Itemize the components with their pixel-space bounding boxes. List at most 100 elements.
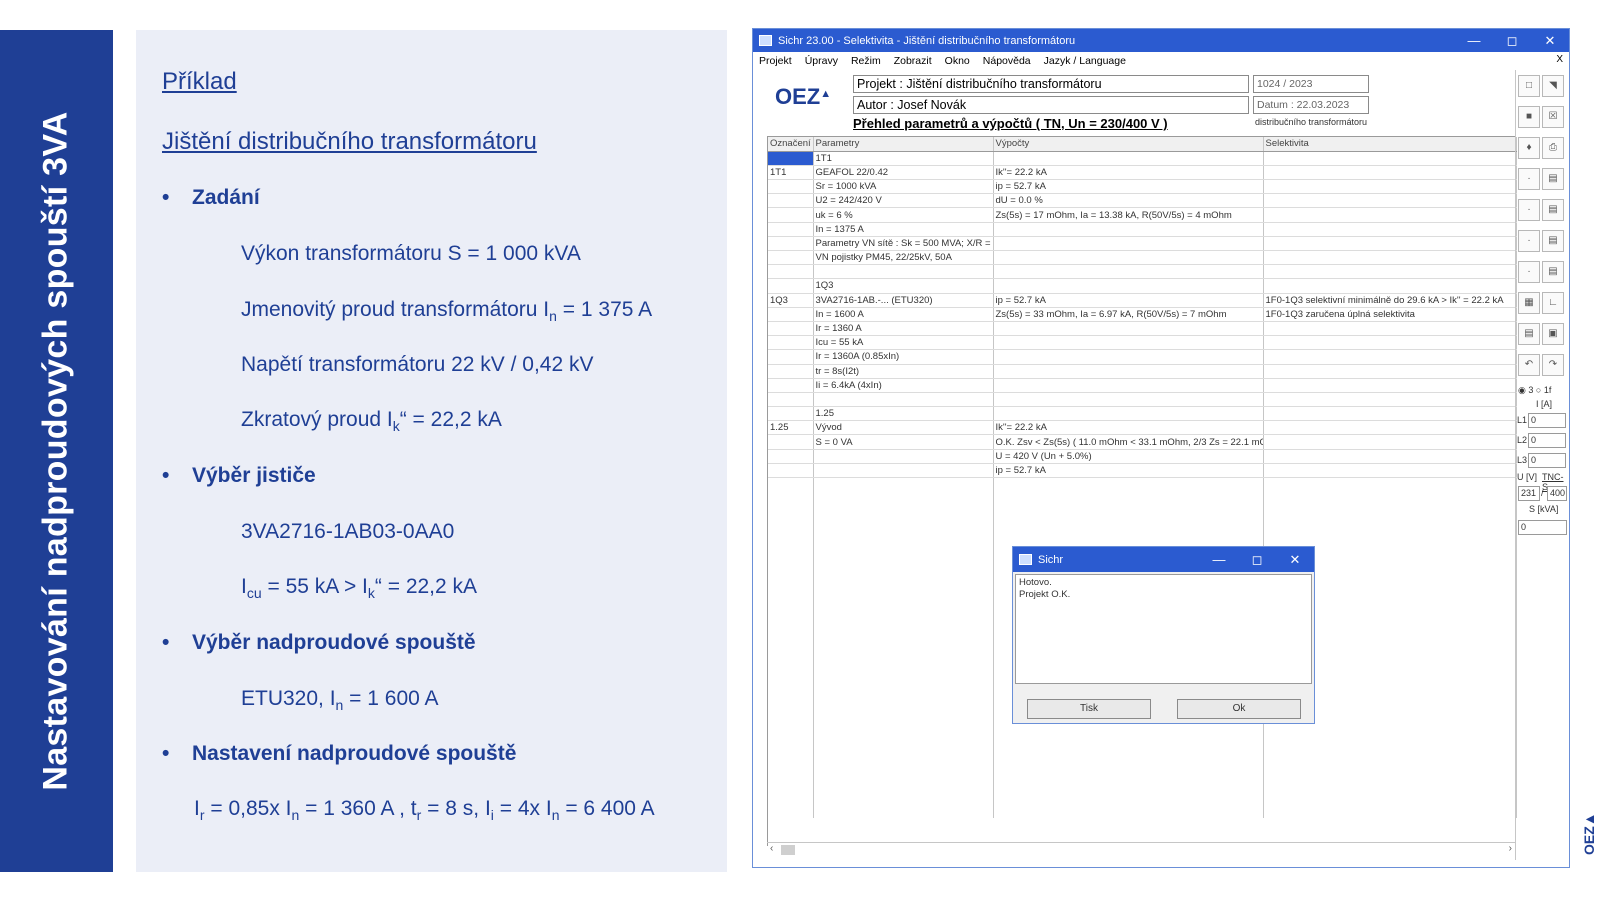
table-cell[interactable] (768, 250, 814, 266)
table-cell[interactable] (768, 321, 814, 337)
table-cell[interactable]: 1.25 (768, 420, 814, 436)
table-cell[interactable] (993, 278, 1264, 294)
table-cell[interactable]: Vývod (813, 420, 994, 436)
table-cell[interactable]: 1Q3 (768, 293, 814, 308)
scroll-thumb[interactable] (781, 845, 795, 855)
table-cell[interactable] (1263, 193, 1517, 209)
calendar-icon[interactable]: ▤ (1518, 323, 1540, 345)
table-cell[interactable]: Zs(5s) = 33 mOhm, Ia = 6.97 kA, R(50V/5s… (993, 307, 1264, 322)
table-row[interactable]: Sr = 1000 kVA ip = 52.7 kA (768, 179, 1517, 195)
print-icon[interactable]: ⎙ (1542, 137, 1564, 159)
table-cell[interactable]: Ik''= 22.2 kA (993, 420, 1264, 436)
table-cell[interactable] (1263, 236, 1517, 252)
table-cell[interactable] (993, 349, 1264, 365)
table-cell[interactable]: Ii = 6.4kA (4xIn) (813, 378, 994, 393)
table-cell[interactable]: Parametry VN sítě : Sk = 500 MVA; X/R = … (813, 236, 994, 252)
table-cell[interactable] (1263, 449, 1517, 464)
table-cell[interactable]: ip = 52.7 kA (993, 293, 1264, 308)
table-cell[interactable] (813, 449, 994, 464)
table-cell[interactable] (768, 463, 814, 479)
table-cell[interactable]: dU = 0.0 % (993, 193, 1264, 209)
dialog-maximize-icon[interactable]: ◻ (1238, 552, 1276, 568)
save-icon[interactable]: ■ (1518, 106, 1540, 128)
table-cell[interactable] (1263, 463, 1517, 479)
table-row[interactable]: S = 0 VA O.K. Zsv < Zs(5s) ( 11.0 mOhm < … (768, 434, 1517, 450)
table-cell[interactable]: uk = 6 % (813, 207, 994, 223)
table-row[interactable] (768, 392, 1517, 408)
line-voltage-input[interactable]: 400 (1547, 486, 1567, 501)
phase-3-label[interactable]: 3 (1528, 385, 1533, 395)
table-cell[interactable]: GEAFOL 22/0.42 (813, 165, 994, 181)
table-row[interactable]: Ir = 1360 A (768, 321, 1517, 337)
menu-projekt[interactable]: Projekt (759, 55, 792, 67)
table-cell[interactable] (1263, 151, 1517, 166)
table-cell[interactable] (768, 278, 814, 294)
l1-input[interactable]: 0 (1528, 413, 1566, 428)
calc-s-icon[interactable]: ▤ (1542, 168, 1564, 190)
table-row[interactable]: Ii = 6.4kA (4xIn) (768, 378, 1517, 393)
table-cell[interactable] (1263, 406, 1517, 422)
table-cell[interactable]: In = 1375 A (813, 222, 994, 237)
table-cell[interactable] (993, 335, 1264, 351)
table-cell[interactable] (993, 236, 1264, 252)
table-row[interactable]: Parametry VN sítě : Sk = 500 MVA; X/R = … (768, 236, 1517, 252)
dialog-titlebar[interactable]: Sichr — ◻ ✕ (1013, 547, 1314, 572)
close-icon[interactable]: ✕ (1531, 33, 1569, 49)
phase-voltage-input[interactable]: 231 (1518, 486, 1540, 501)
menu-upravy[interactable]: Úpravy (805, 55, 838, 67)
table-row[interactable]: 1.25 Vývod Ik''= 22.2 kA (768, 420, 1517, 436)
project-number-field[interactable]: 1024 / 2023 (1253, 75, 1369, 93)
table-cell[interactable]: ip = 52.7 kA (993, 463, 1264, 479)
table-cell[interactable] (993, 364, 1264, 379)
table-row[interactable]: VN pojistky PM45, 22/25kV, 50A (768, 250, 1517, 266)
table-cell[interactable] (768, 222, 814, 237)
document-close-button[interactable]: X (1556, 54, 1563, 65)
table-cell[interactable]: Icu = 55 kA (813, 335, 994, 351)
table-cell[interactable] (768, 151, 814, 166)
table-cell[interactable] (768, 179, 814, 195)
table-cell[interactable] (993, 378, 1264, 393)
table-cell[interactable] (1263, 335, 1517, 351)
table-cell[interactable]: Ik''= 22.2 kA (993, 165, 1264, 181)
table-cell[interactable]: VN pojistky PM45, 22/25kV, 50A (813, 250, 994, 266)
table-cell[interactable] (1263, 349, 1517, 365)
table-cell[interactable]: 1F0-1Q3 selektivní minimálně do 29.6 kA … (1263, 293, 1517, 308)
table-row[interactable] (768, 264, 1517, 280)
table-row[interactable]: U2 = 242/420 VdU = 0.0 % (768, 193, 1517, 209)
table-cell[interactable] (1263, 278, 1517, 294)
table-cell[interactable] (1263, 420, 1517, 436)
table-cell[interactable] (1263, 364, 1517, 379)
table-cell[interactable]: 1F0-1Q3 zaručena úplná selektivita (1263, 307, 1517, 322)
table-cell[interactable] (1263, 321, 1517, 337)
table-row[interactable]: 1.25 (768, 406, 1517, 422)
menu-language[interactable]: Jazyk / Language (1044, 55, 1126, 67)
menu-okno[interactable]: Okno (945, 55, 970, 67)
table-cell[interactable]: tr = 8s(I2t) (813, 364, 994, 379)
phase-radio-icon[interactable]: ◉ (1518, 385, 1526, 395)
table-row[interactable]: Icu = 55 kA (768, 335, 1517, 351)
curve-tool-icon[interactable]: ∟ (1542, 292, 1564, 314)
power-input[interactable]: 0 (1518, 520, 1567, 535)
tool-s-icon[interactable]: · (1518, 168, 1540, 190)
print-button[interactable]: Tisk (1027, 699, 1151, 719)
table-cell[interactable]: In = 1600 A (813, 307, 994, 322)
tool-i-icon[interactable]: · (1518, 199, 1540, 221)
table-cell[interactable] (993, 321, 1264, 337)
horizontal-scrollbar[interactable]: ‹ › (767, 842, 1515, 856)
table-cell[interactable] (768, 236, 814, 252)
column-header[interactable]: Označení (768, 137, 814, 152)
table-row[interactable]: Ir = 1360A (0.85xIn) (768, 349, 1517, 365)
table-cell[interactable]: 3VA2716-1AB.-... (ETU320) (813, 293, 994, 308)
menu-zobrazit[interactable]: Zobrazit (894, 55, 932, 67)
table-cell[interactable] (1263, 179, 1517, 195)
table-cell[interactable] (993, 406, 1264, 422)
ok-button[interactable]: Ok (1177, 699, 1301, 719)
scroll-right-icon[interactable]: › (1509, 843, 1512, 854)
phase-1-label[interactable]: 1f (1544, 385, 1552, 395)
table-row[interactable]: U = 420 V (Un + 5.0%) (768, 449, 1517, 464)
dialog-close-icon[interactable]: ✕ (1276, 552, 1314, 568)
window-titlebar[interactable]: Sichr 23.00 - Selektivita - Jištění dist… (753, 29, 1569, 52)
table-cell[interactable]: 1.25 (813, 406, 994, 422)
table-cell[interactable] (768, 406, 814, 422)
table-cell[interactable] (768, 434, 814, 450)
